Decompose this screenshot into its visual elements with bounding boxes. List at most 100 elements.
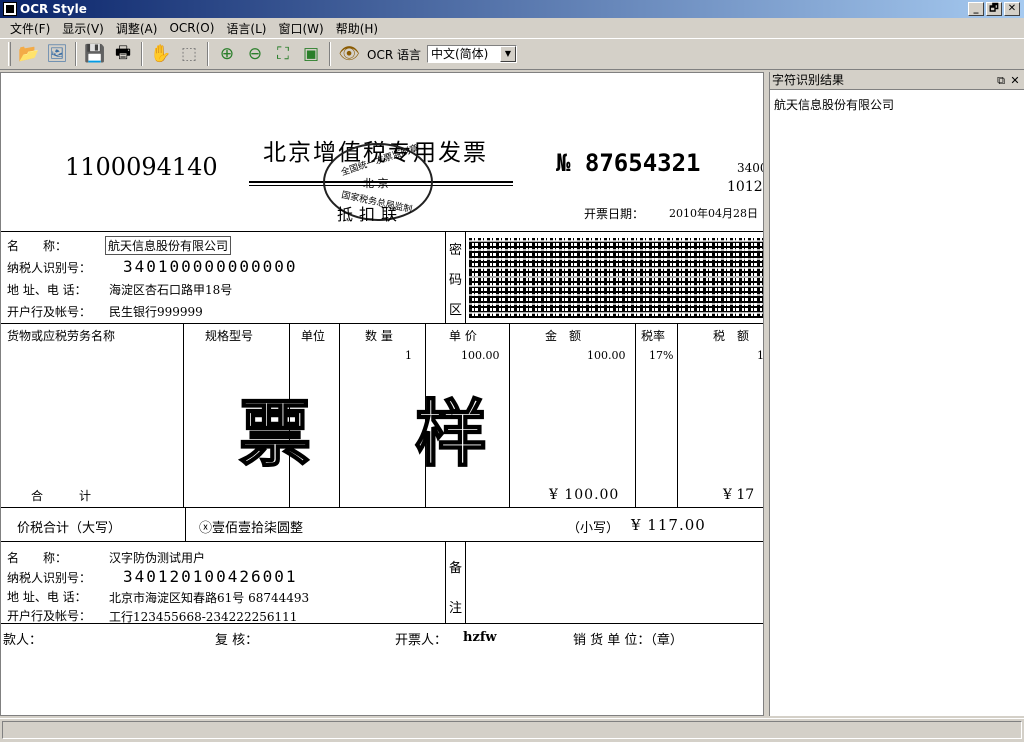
panel-title: 字符识别结果 [772, 73, 845, 87]
sum-small: ¥ 117.00 [631, 516, 706, 534]
sum-in-words: ⓧ壹佰壹拾柒圆整 [199, 521, 304, 536]
toolbar-separator [207, 42, 209, 66]
menu-help[interactable]: 帮助(H) [330, 20, 384, 37]
cipher-label-3: 区 [449, 303, 463, 318]
float-icon[interactable]: ⧉ [994, 73, 1008, 88]
sum-small-label: （小写） [567, 521, 620, 536]
hand-icon[interactable]: ✋ [147, 41, 175, 67]
ocr-language-value: 中文(简体) [430, 47, 489, 61]
fit-page-icon[interactable]: ⛶ [269, 41, 297, 67]
invoice-number: № 87654321 [556, 149, 701, 177]
buyer-name: 航天信息股份有限公司 [105, 236, 232, 255]
close-button[interactable]: ✕ [1004, 2, 1020, 16]
buyer-bank-label: 开户行及帐号： [7, 305, 92, 319]
ocr-result-text[interactable]: 航天信息股份有限公司 [770, 90, 1024, 119]
invoice-date: 2010年04月28日 [669, 207, 758, 220]
seller-address-label: 地 址、电 话： [7, 590, 87, 604]
close-icon[interactable]: ✕ [1008, 73, 1022, 88]
total-tax: ¥ 17 [723, 487, 755, 503]
toolbar: 📂 🖼 💾 🖶 ✋ ⬚ ⊕ ⊖ ⛶ ▣ 👁 OCR 语言 中文(简体) ▼ [0, 38, 1024, 70]
title-bar: OCR Style _ 🗗 ✕ [0, 0, 1024, 18]
review-label: 复 核： [215, 633, 259, 648]
side-number-1: 3400 [737, 161, 763, 175]
remark-label-1: 备 [449, 561, 463, 576]
col-tax: 税 额 [713, 329, 750, 343]
menu-view[interactable]: 显示(V) [56, 20, 110, 37]
restore-button[interactable]: 🗗 [986, 2, 1002, 16]
save-icon[interactable]: 💾 [81, 41, 109, 67]
cipher-label-1: 密 [449, 243, 463, 258]
seller-taxid-label: 纳税人识别号： [7, 571, 92, 585]
scan-icon[interactable]: 🖼 [43, 41, 71, 67]
drawer-name: hzfw [463, 630, 497, 645]
toolbar-separator [75, 42, 77, 66]
menu-window[interactable]: 窗口(W) [272, 20, 329, 37]
seller-name-label: 名 称： [7, 551, 68, 565]
invoice-code: 1100094140 [65, 153, 218, 181]
col-goods: 货物或应税劳务名称 [7, 329, 116, 343]
status-bar [0, 718, 1024, 742]
col-amount: 金 额 [545, 329, 582, 343]
toolbar-separator [329, 42, 331, 66]
window-title: OCR Style [20, 2, 87, 16]
seller-name: 汉字防伪测试用户 [109, 551, 206, 565]
copy-label: 抵扣联 [337, 205, 404, 224]
buyer-taxid: 340100000000000 [123, 257, 298, 276]
chevron-down-icon[interactable]: ▼ [499, 46, 516, 62]
col-unit: 单位 [301, 329, 326, 343]
folder-open-icon[interactable]: 📂 [15, 41, 43, 67]
seller-seal-label: 销 货 单 位：（章） [573, 633, 683, 648]
buyer-taxid-label: 纳税人识别号： [7, 261, 92, 275]
menu-language[interactable]: 语言(L) [220, 20, 272, 37]
col-rate: 税率 [641, 329, 666, 343]
zoom-out-icon[interactable]: ⊖ [241, 41, 269, 67]
payee-label: 款人： [3, 633, 43, 648]
status-field [2, 721, 1022, 739]
seller-bank: 工行123455668-234222256111 [109, 610, 298, 624]
select-icon[interactable]: ⬚ [175, 41, 203, 67]
toolbar-separator [141, 42, 143, 66]
sum-label: 价税合计（大写） [17, 521, 122, 536]
col-spec: 规格型号 [205, 329, 254, 343]
buyer-name-label: 名 称： [7, 239, 68, 253]
side-number-2: 1012 [727, 179, 763, 195]
buyer-bank: 民生银行999999 [109, 305, 203, 319]
sample-stamp-char-1: 票 [238, 390, 314, 477]
minimize-button[interactable]: _ [968, 2, 984, 16]
sample-stamp-char-2: 样 [414, 390, 490, 477]
buyer-address-label: 地 址、电 话： [7, 283, 87, 297]
zoom-in-icon[interactable]: ⊕ [213, 41, 241, 67]
total-amount: ¥ 100.00 [549, 487, 620, 503]
row-rate: 17% [649, 349, 674, 362]
buyer-address: 海淀区杏石口路甲18号 [109, 283, 233, 297]
col-qty: 数 量 [365, 329, 393, 343]
seller-bank-label: 开户行及帐号： [7, 609, 92, 623]
col-price: 单 价 [449, 329, 477, 343]
invoice-image: 1100094140 北京增值税专用发票 全国统一发票监制章 北 京 国家税务总… [1, 73, 764, 715]
ocr-language-select[interactable]: 中文(简体) ▼ [426, 45, 517, 63]
eye-icon[interactable]: 👁 [335, 41, 363, 67]
print-icon[interactable]: 🖶 [109, 41, 137, 67]
menu-adjust[interactable]: 调整(A) [110, 20, 164, 37]
menu-ocr[interactable]: OCR(O) [163, 21, 220, 35]
ocr-result-panel: 字符识别结果 ⧉ ✕ 航天信息股份有限公司 [769, 72, 1024, 716]
row-amount: 100.00 [587, 349, 626, 362]
row-price: 100.00 [461, 349, 500, 362]
row-qty: 1 [405, 349, 412, 362]
remark-label-2: 注 [449, 601, 463, 616]
app-icon [3, 2, 17, 16]
image-icon[interactable]: ▣ [297, 41, 325, 67]
panel-header: 字符识别结果 ⧉ ✕ [770, 72, 1024, 90]
seller-address: 北京市海淀区知春路61号 68744493 [109, 591, 310, 605]
menu-file[interactable]: 文件(F) [4, 20, 56, 37]
date-label: 开票日期： [584, 207, 645, 221]
row-tax: 1 [757, 349, 764, 362]
toolbar-grip[interactable] [8, 42, 11, 66]
menu-bar: 文件(F) 显示(V) 调整(A) OCR(O) 语言(L) 窗口(W) 帮助(… [0, 18, 1024, 38]
drawer-label: 开票人： [395, 633, 448, 648]
cipher-label-2: 码 [449, 273, 463, 288]
document-view[interactable]: 1100094140 北京增值税专用发票 全国统一发票监制章 北 京 国家税务总… [0, 72, 764, 716]
total-label: 合 计 [31, 489, 92, 503]
ocr-language-label: OCR 语言 [367, 47, 421, 62]
seller-taxid: 340120100426001 [123, 567, 298, 586]
